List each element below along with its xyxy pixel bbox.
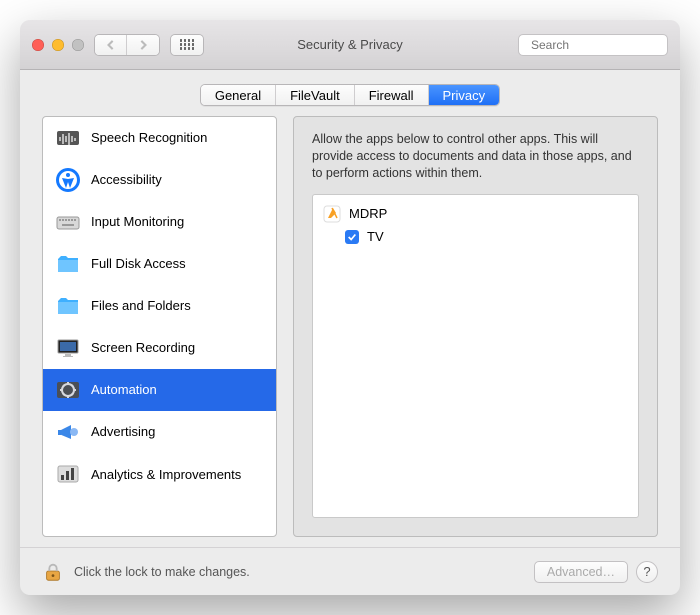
sidebar-item-accessibility[interactable]: Accessibility: [43, 159, 276, 201]
grid-icon: [180, 39, 195, 50]
minimize-window-button[interactable]: [52, 39, 64, 51]
traffic-lights: [32, 39, 84, 51]
chevron-left-icon: [106, 40, 116, 50]
keyboard-icon: [55, 209, 81, 235]
lock-icon: [42, 561, 64, 583]
lock-row[interactable]: Click the lock to make changes.: [42, 561, 250, 583]
sidebar-item-screen-recording[interactable]: Screen Recording: [43, 327, 276, 369]
disk-folder-icon: [55, 251, 81, 277]
preferences-window: Security & Privacy General FileVault Fir…: [20, 20, 680, 595]
show-all-button[interactable]: [170, 34, 204, 56]
automation-description: Allow the apps below to control other ap…: [312, 131, 639, 182]
sidebar-item-automation[interactable]: Automation: [43, 369, 276, 411]
automation-app-list: MDRP TV: [312, 194, 639, 518]
search-field[interactable]: [518, 34, 668, 56]
sidebar-item-full-disk-access[interactable]: Full Disk Access: [43, 243, 276, 285]
sidebar-item-analytics[interactable]: Analytics & Improvements: [43, 453, 276, 495]
waveform-icon: [55, 125, 81, 151]
controlled-app-name: TV: [367, 229, 384, 244]
sidebar-item-label: Full Disk Access: [91, 256, 186, 271]
zoom-window-button: [72, 39, 84, 51]
lock-label: Click the lock to make changes.: [74, 565, 250, 579]
tab-filevault[interactable]: FileVault: [276, 85, 355, 105]
sidebar-item-label: Speech Recognition: [91, 130, 207, 145]
sidebar-item-advertising[interactable]: Advertising: [43, 411, 276, 453]
privacy-sidebar[interactable]: Speech Recognition Accessibility Input M…: [42, 116, 277, 537]
forward-button[interactable]: [127, 35, 159, 55]
gear-icon: [55, 377, 81, 403]
sidebar-item-label: Input Monitoring: [91, 214, 184, 229]
advanced-button[interactable]: Advanced…: [534, 561, 628, 583]
sidebar-item-label: Screen Recording: [91, 340, 195, 355]
tabs-row: General FileVault Firewall Privacy: [20, 70, 680, 116]
controlled-app-row[interactable]: TV: [323, 225, 628, 249]
search-input[interactable]: [529, 37, 680, 53]
sidebar-item-label: Advertising: [91, 424, 155, 439]
titlebar: Security & Privacy: [20, 20, 680, 70]
sidebar-item-label: Analytics & Improvements: [91, 467, 241, 482]
tab-general[interactable]: General: [201, 85, 276, 105]
app-icon: [323, 205, 341, 223]
checkbox-checked[interactable]: [345, 230, 359, 244]
back-button[interactable]: [95, 35, 127, 55]
sidebar-item-label: Files and Folders: [91, 298, 191, 313]
sidebar-item-label: Accessibility: [91, 172, 162, 187]
accessibility-icon: [55, 167, 81, 193]
privacy-panel: Allow the apps below to control other ap…: [293, 116, 658, 537]
display-icon: [55, 335, 81, 361]
help-button[interactable]: ?: [636, 561, 658, 583]
tab-bar: General FileVault Firewall Privacy: [200, 84, 500, 106]
nav-group: [94, 34, 160, 56]
footer: Click the lock to make changes. Advanced…: [20, 547, 680, 595]
sidebar-item-files-and-folders[interactable]: Files and Folders: [43, 285, 276, 327]
sidebar-item-label: Automation: [91, 382, 157, 397]
window-title: Security & Privacy: [297, 37, 402, 52]
app-row: MDRP: [323, 203, 628, 225]
checkmark-icon: [347, 232, 357, 242]
barchart-icon: [55, 461, 81, 487]
app-name: MDRP: [349, 206, 387, 221]
main-content: Speech Recognition Accessibility Input M…: [20, 116, 680, 547]
sidebar-item-input-monitoring[interactable]: Input Monitoring: [43, 201, 276, 243]
tab-privacy[interactable]: Privacy: [429, 85, 500, 105]
sidebar-item-speech-recognition[interactable]: Speech Recognition: [43, 117, 276, 159]
close-window-button[interactable]: [32, 39, 44, 51]
megaphone-icon: [55, 419, 81, 445]
tab-firewall[interactable]: Firewall: [355, 85, 429, 105]
chevron-right-icon: [138, 40, 148, 50]
folder-icon: [55, 293, 81, 319]
